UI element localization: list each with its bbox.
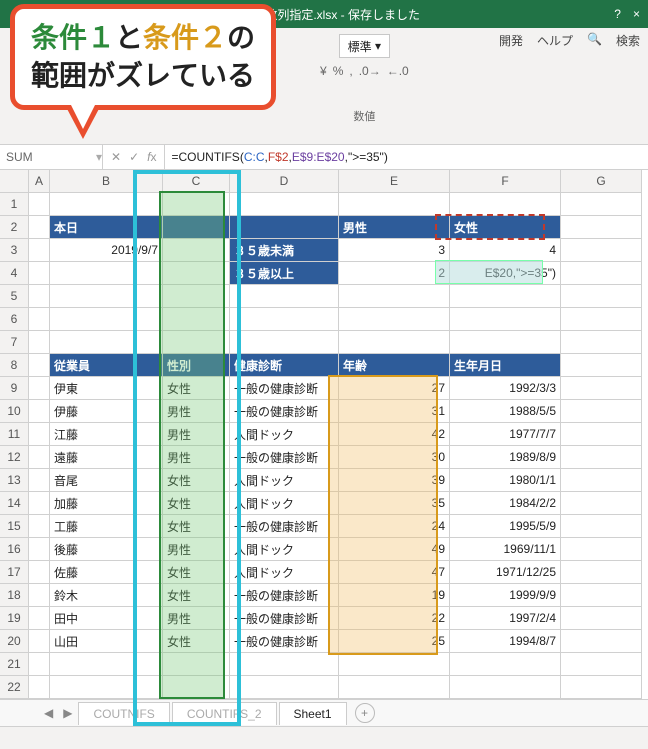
col-header[interactable]: C [163, 170, 230, 193]
col-header[interactable]: D [230, 170, 339, 193]
sheet-nav-next-icon[interactable]: ▶ [59, 706, 76, 720]
row-header[interactable]: 2 [0, 216, 29, 239]
enter-icon[interactable]: ✓ [129, 150, 139, 164]
window-close-icon[interactable]: × [633, 7, 640, 21]
select-all-corner[interactable] [0, 170, 29, 193]
formula-bar-row: SUM ▾ ✕ ✓ fx =COUNTIFS(C:C,F$2,E$9:E$20,… [0, 145, 648, 170]
sheet-tab[interactable]: COUNTIFS_2 [172, 702, 277, 725]
col-header[interactable]: A [29, 170, 50, 193]
window-help-icon[interactable]: ? [614, 7, 621, 21]
active-cell[interactable]: E$20,">=35") [450, 262, 561, 285]
cancel-icon[interactable]: ✕ [111, 150, 121, 164]
spreadsheet-grid[interactable]: A B C D E F G 1 2 本日 男性 女性 3 2019/9/7 ３５… [0, 170, 648, 699]
chevron-down-icon[interactable]: ▾ [96, 150, 102, 164]
sheet-nav-prev-icon[interactable]: ◀ [40, 706, 57, 720]
search-icon[interactable]: 🔍 [587, 32, 602, 49]
percent-icon[interactable]: % [333, 64, 344, 78]
currency-icon[interactable]: ¥ [320, 64, 327, 78]
sheet-tab-bar: ◀ ▶ COUTNIFS COUNTIFS_2 Sheet1 + [0, 699, 648, 726]
formula-bar[interactable]: =COUNTIFS(C:C,F$2,E$9:E$20,">=35") [165, 145, 648, 169]
name-box[interactable]: SUM ▾ [0, 145, 103, 169]
ribbon-tab[interactable]: 開発 [499, 32, 523, 49]
new-sheet-button[interactable]: + [355, 703, 375, 723]
col-header[interactable]: E [339, 170, 450, 193]
col-header[interactable]: B [50, 170, 163, 193]
ribbon-tabs: 開発 ヘルプ 🔍 検索 [499, 32, 640, 49]
formula-bar-buttons: ✕ ✓ fx [103, 145, 165, 169]
status-bar [0, 726, 648, 749]
sheet-tab[interactable]: COUTNIFS [78, 702, 169, 725]
comma-icon[interactable]: , [349, 64, 352, 78]
annotation-callout: 条件１と条件２の 範囲がズレている [10, 4, 276, 110]
ribbon-group-label: 数値 [353, 108, 375, 124]
row-header[interactable]: 1 [0, 193, 29, 216]
number-format-select[interactable]: 標準 ▾ [339, 34, 390, 58]
ribbon-tab[interactable]: ヘルプ [537, 32, 573, 49]
callout-tail [65, 105, 101, 139]
col-header[interactable]: G [561, 170, 642, 193]
ribbon-tab[interactable]: 検索 [616, 32, 640, 49]
col-header[interactable]: F [450, 170, 561, 193]
increase-decimal-icon[interactable]: .0→ [359, 64, 381, 78]
decrease-decimal-icon[interactable]: ←.0 [387, 64, 409, 78]
fx-icon[interactable]: fx [147, 150, 156, 164]
sheet-tab-active[interactable]: Sheet1 [279, 702, 347, 725]
ribbon-number-group: 標準 ▾ ¥ % , .0→ ←.0 数値 [320, 34, 409, 124]
callout-text: 条件１ [31, 22, 115, 53]
cell[interactable]: 本日 [50, 216, 163, 239]
